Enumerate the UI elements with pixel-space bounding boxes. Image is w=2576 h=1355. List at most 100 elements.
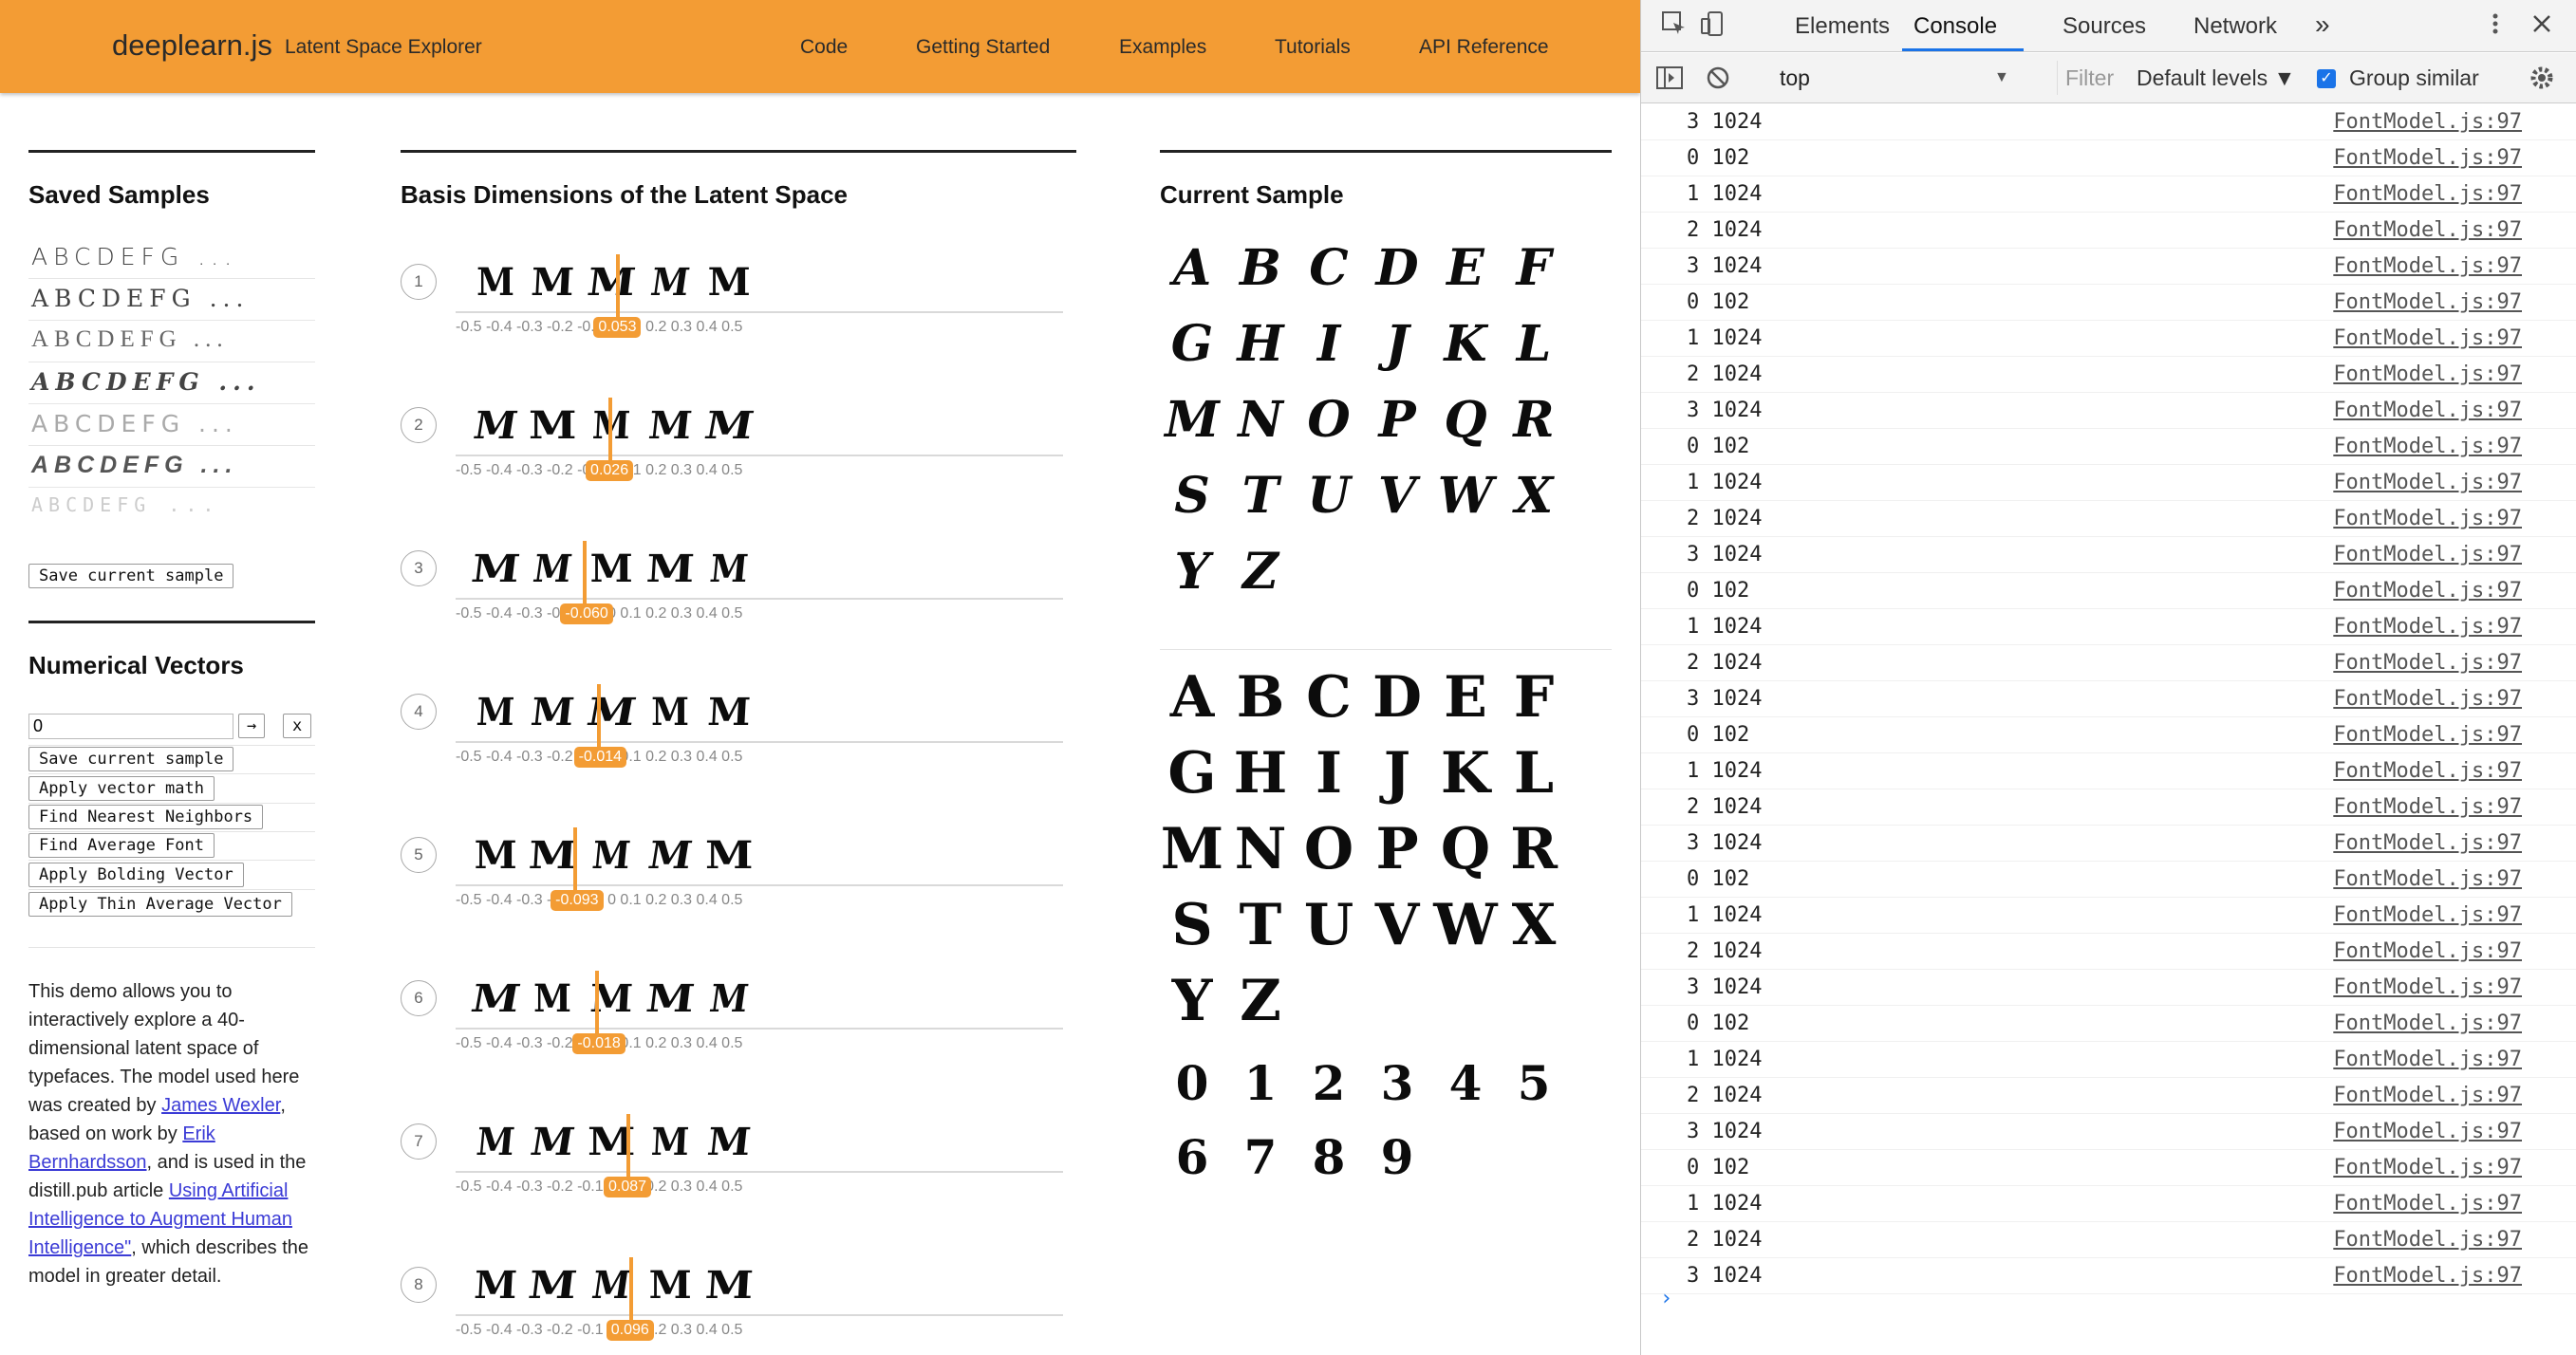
console-source-link[interactable]: FontModel.js:97 bbox=[2333, 1084, 2522, 1107]
tab-elements[interactable]: Elements bbox=[1795, 13, 1890, 40]
saved-sample-item[interactable]: ABCDEFG ... bbox=[28, 446, 315, 488]
group-similar-checkbox[interactable]: ✓ bbox=[2317, 69, 2336, 88]
console-source-link[interactable]: FontModel.js:97 bbox=[2333, 759, 2522, 783]
nav-getting-started[interactable]: Getting Started bbox=[916, 36, 1050, 59]
console-source-link[interactable]: FontModel.js:97 bbox=[2333, 399, 2522, 422]
console-source-link[interactable]: FontModel.js:97 bbox=[2333, 110, 2522, 134]
dimension-value-badge[interactable]: -0.060 bbox=[560, 603, 613, 624]
dimension-slider-track[interactable] bbox=[456, 455, 1063, 456]
nav-code[interactable]: Code bbox=[800, 36, 848, 59]
dimension-value-badge[interactable]: -0.014 bbox=[573, 747, 627, 768]
dimension-slider-track[interactable] bbox=[456, 1171, 1063, 1173]
nav-tutorials[interactable]: Tutorials bbox=[1275, 36, 1351, 59]
console-prompt[interactable]: › bbox=[1660, 1287, 1672, 1310]
nav-api-reference[interactable]: API Reference bbox=[1419, 36, 1549, 59]
dimension-slider-handle[interactable] bbox=[596, 684, 601, 749]
console-source-link[interactable]: FontModel.js:97 bbox=[2333, 615, 2522, 639]
find-nearest-neighbors-button[interactable]: Find Nearest Neighbors bbox=[28, 805, 264, 829]
console-source-link[interactable]: FontModel.js:97 bbox=[2333, 867, 2522, 891]
console-source-link[interactable]: FontModel.js:97 bbox=[2333, 903, 2522, 927]
dimension-value-badge[interactable]: -0.093 bbox=[551, 890, 604, 911]
console-source-link[interactable]: FontModel.js:97 bbox=[2333, 1192, 2522, 1216]
console-source-link[interactable]: FontModel.js:97 bbox=[2333, 218, 2522, 242]
dimension-slider-handle[interactable] bbox=[616, 254, 621, 319]
console-source-link[interactable]: FontModel.js:97 bbox=[2333, 831, 2522, 855]
close-devtools-icon[interactable] bbox=[2529, 11, 2554, 43]
dimension-slider-track[interactable] bbox=[456, 311, 1063, 313]
console-source-link[interactable]: FontModel.js:97 bbox=[2333, 507, 2522, 530]
dimension-slider-track[interactable] bbox=[456, 1028, 1063, 1030]
dimension-slider-track[interactable] bbox=[456, 598, 1063, 600]
console-log-row: 3 1024 FontModel.js:97 bbox=[1641, 826, 2576, 862]
inspect-element-icon[interactable] bbox=[1660, 9, 1689, 45]
console-settings-gear-icon[interactable] bbox=[2528, 64, 2556, 99]
console-source-link[interactable]: FontModel.js:97 bbox=[2333, 795, 2522, 819]
console-source-link[interactable]: FontModel.js:97 bbox=[2333, 362, 2522, 386]
console-source-link[interactable]: FontModel.js:97 bbox=[2333, 182, 2522, 206]
console-source-link[interactable]: FontModel.js:97 bbox=[2333, 471, 2522, 494]
console-source-link[interactable]: FontModel.js:97 bbox=[2333, 1120, 2522, 1143]
console-source-link[interactable]: FontModel.js:97 bbox=[2333, 1264, 2522, 1288]
saved-sample-item[interactable]: ABCDEFG ... bbox=[28, 279, 315, 321]
more-tabs-icon[interactable]: » bbox=[2315, 9, 2330, 40]
dimension-slider-handle[interactable] bbox=[608, 398, 613, 462]
saved-sample-item[interactable]: ABCDEFG ... bbox=[28, 362, 315, 404]
saved-sample-item[interactable]: ABCDEFG ... bbox=[28, 321, 315, 362]
save-current-sample-button-2[interactable]: Save current sample bbox=[28, 747, 234, 771]
tab-network[interactable]: Network bbox=[2193, 13, 2277, 40]
tab-console[interactable]: Console bbox=[1913, 13, 1997, 40]
clear-vector-button[interactable]: x bbox=[283, 714, 312, 738]
dimension-value-badge[interactable]: -0.018 bbox=[572, 1033, 625, 1054]
dimension-value-badge[interactable]: 0.026 bbox=[586, 460, 634, 481]
group-similar-label[interactable]: Group similar bbox=[2349, 61, 2479, 95]
console-source-link[interactable]: FontModel.js:97 bbox=[2333, 290, 2522, 314]
console-source-link[interactable]: FontModel.js:97 bbox=[2333, 1156, 2522, 1179]
dimension-value-badge[interactable]: 0.096 bbox=[606, 1320, 654, 1341]
dimension-value-badge[interactable]: 0.053 bbox=[593, 317, 642, 338]
tab-sources[interactable]: Sources bbox=[2063, 13, 2146, 40]
dimension-value-badge[interactable]: 0.087 bbox=[603, 1177, 652, 1197]
apply-vector-button[interactable]: → bbox=[238, 714, 266, 738]
save-current-sample-button[interactable]: Save current sample bbox=[28, 564, 234, 588]
console-source-link[interactable]: FontModel.js:97 bbox=[2333, 254, 2522, 278]
context-selector[interactable]: top ▼ bbox=[1774, 61, 2021, 95]
console-source-link[interactable]: FontModel.js:97 bbox=[2333, 975, 2522, 999]
console-source-link[interactable]: FontModel.js:97 bbox=[2333, 651, 2522, 675]
sidebar-toggle-icon[interactable] bbox=[1654, 64, 1685, 99]
console-source-link[interactable]: FontModel.js:97 bbox=[2333, 435, 2522, 458]
device-toolbar-icon[interactable] bbox=[1698, 9, 1727, 45]
kebab-menu-icon[interactable] bbox=[2486, 9, 2505, 45]
console-source-link[interactable]: FontModel.js:97 bbox=[2333, 939, 2522, 963]
console-source-link[interactable]: FontModel.js:97 bbox=[2333, 723, 2522, 747]
dimension-slider-handle[interactable] bbox=[628, 1257, 633, 1322]
dimension-slider-handle[interactable] bbox=[583, 541, 588, 605]
james-wexler-link[interactable]: James Wexler bbox=[161, 1095, 280, 1116]
console-source-link[interactable]: FontModel.js:97 bbox=[2333, 543, 2522, 566]
console-source-link[interactable]: FontModel.js:97 bbox=[2333, 1048, 2522, 1071]
saved-sample-item[interactable]: ABCDEFG ... bbox=[28, 237, 315, 279]
console-source-link[interactable]: FontModel.js:97 bbox=[2333, 1012, 2522, 1035]
saved-sample-item[interactable]: ABCDEFG ... bbox=[28, 488, 315, 529]
dimension-slider-track[interactable] bbox=[456, 884, 1063, 886]
apply-vector-math-button[interactable]: Apply vector math bbox=[28, 776, 215, 801]
console-source-link[interactable]: FontModel.js:97 bbox=[2333, 687, 2522, 711]
console-source-link[interactable]: FontModel.js:97 bbox=[2333, 326, 2522, 350]
find-average-font-button[interactable]: Find Average Font bbox=[28, 833, 215, 858]
dimension-slider-handle[interactable] bbox=[595, 971, 600, 1035]
vector-input[interactable] bbox=[28, 714, 233, 739]
dimension-slider-track[interactable] bbox=[456, 1314, 1063, 1316]
brand-logo[interactable]: deeplearn.js bbox=[112, 28, 272, 63]
saved-sample-item[interactable]: ABCDEFG ... bbox=[28, 404, 315, 446]
dimension-slider-handle[interactable] bbox=[573, 827, 578, 892]
dimension-slider-track[interactable] bbox=[456, 741, 1063, 743]
console-source-link[interactable]: FontModel.js:97 bbox=[2333, 1228, 2522, 1252]
clear-console-icon[interactable] bbox=[1704, 64, 1732, 99]
console-message: 0 102 bbox=[1687, 723, 1750, 747]
console-source-link[interactable]: FontModel.js:97 bbox=[2333, 579, 2522, 603]
console-source-link[interactable]: FontModel.js:97 bbox=[2333, 146, 2522, 170]
dimension-slider-handle[interactable] bbox=[625, 1114, 630, 1179]
nav-examples[interactable]: Examples bbox=[1119, 36, 1206, 59]
apply-thin-average-vector-button[interactable]: Apply Thin Average Vector bbox=[28, 892, 292, 917]
apply-bolding-vector-button[interactable]: Apply Bolding Vector bbox=[28, 863, 244, 887]
log-levels-dropdown[interactable]: Default levels ▼ bbox=[2137, 61, 2295, 95]
